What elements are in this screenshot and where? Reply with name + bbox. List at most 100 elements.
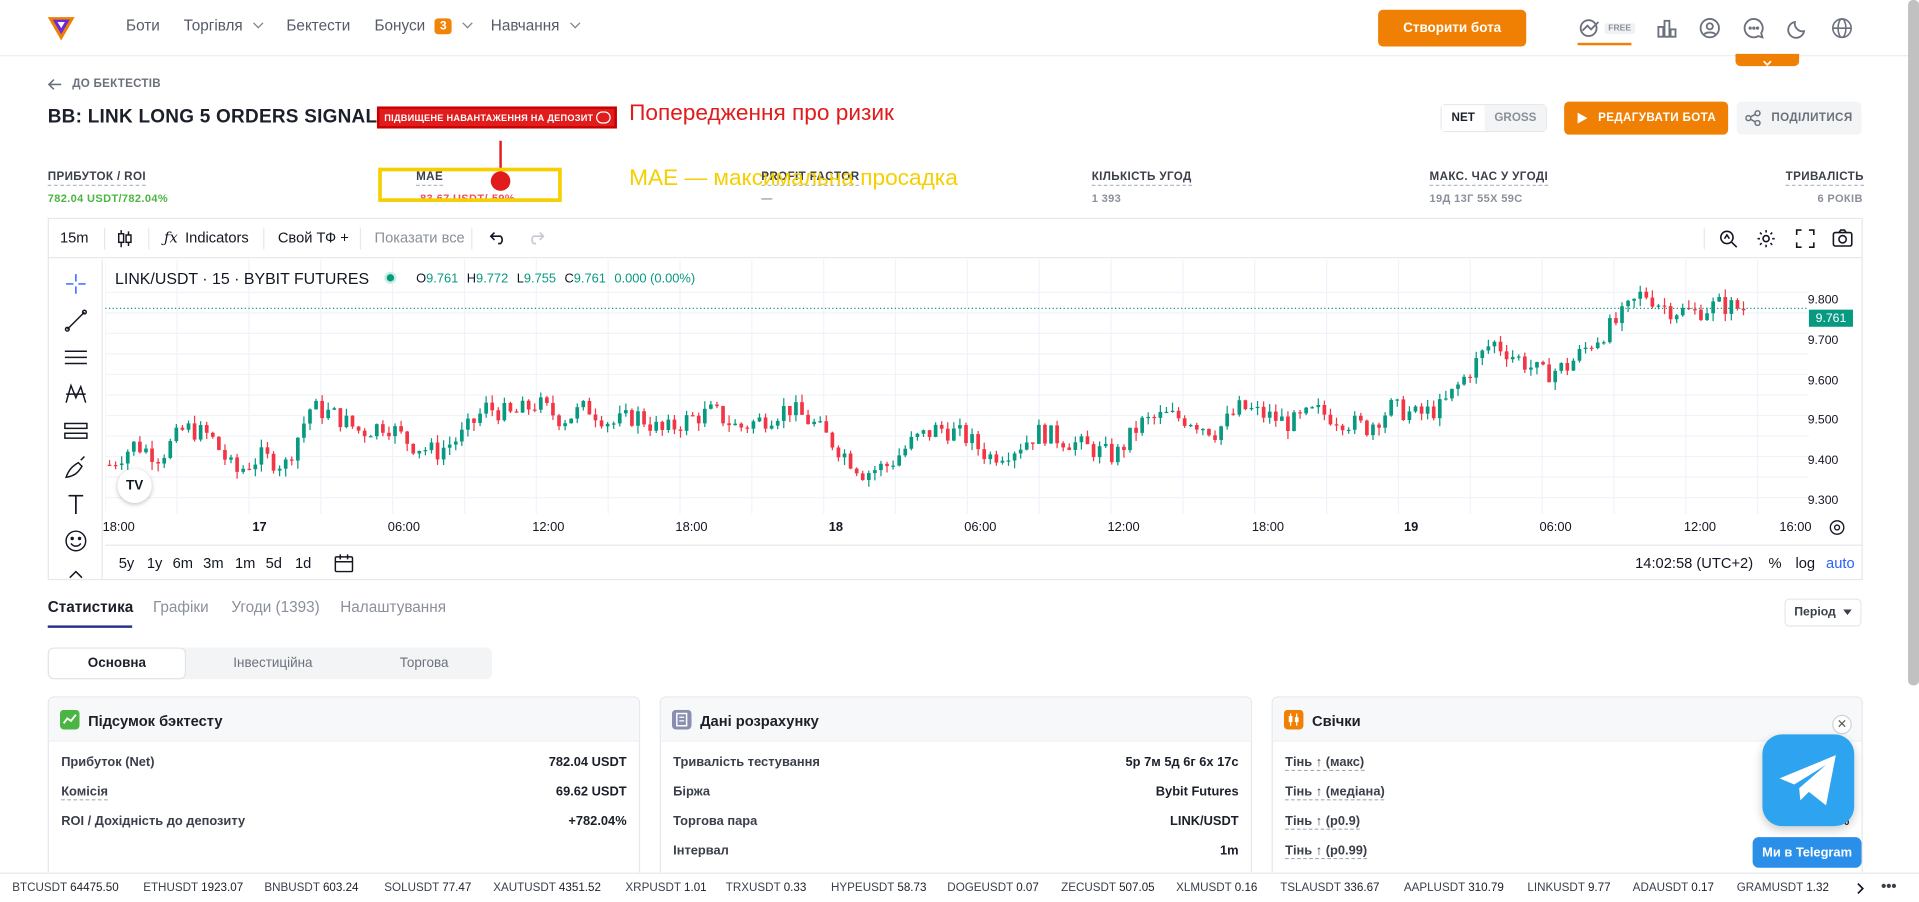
create-bot-button[interactable]: Створити бота — [1378, 9, 1527, 47]
ticker-item[interactable]: SOLUSDT 77.47 — [384, 881, 471, 894]
brand-logo[interactable] — [47, 15, 76, 42]
calendar-range-icon[interactable] — [334, 553, 354, 573]
pattern-icon[interactable] — [64, 382, 88, 406]
range-3m[interactable]: 3m — [203, 554, 223, 571]
custom-tf-button[interactable]: Свой ТФ + — [278, 229, 349, 246]
trend-icon — [59, 709, 80, 730]
tab-charts[interactable]: Графіки — [153, 598, 209, 615]
ticker-item[interactable]: AAPLUSDT 310.79 — [1404, 881, 1504, 894]
candle-body — [1128, 427, 1132, 451]
brush-icon[interactable] — [64, 455, 88, 479]
deposit-load-warning-badge[interactable]: ПІДВИЩЕНЕ НАВАНТАЖЕННЯ НА ДЕПОЗИТ — [376, 106, 617, 129]
candles-icon[interactable] — [116, 229, 133, 249]
ticker-item[interactable]: XRPUSDT 1.01 — [625, 881, 706, 894]
candle-body — [1383, 415, 1387, 428]
candle-body — [897, 455, 902, 466]
share-button[interactable]: ПОДІЛИТИСЯ — [1736, 101, 1862, 135]
measure-icon[interactable] — [64, 419, 88, 443]
tab-statistics[interactable]: Статистика — [48, 598, 134, 615]
ticker-item[interactable]: BTCUSDT 64475.50 — [12, 881, 118, 894]
range-5d[interactable]: 5d — [266, 554, 282, 571]
gross-option[interactable]: GROSS — [1484, 105, 1547, 131]
nav-trading[interactable]: Торгівля — [184, 17, 264, 34]
bar-chart-icon[interactable] — [1656, 17, 1678, 39]
ticker-item[interactable]: XAUTUSDT 4351.52 — [493, 881, 601, 894]
nav-backtests[interactable]: Бектести — [286, 17, 350, 34]
candle-body — [1632, 298, 1636, 301]
telegram-button[interactable]: Ми в Telegram — [1752, 837, 1862, 868]
card-title: Дані розрахунку — [700, 712, 819, 730]
candle-body — [1255, 406, 1260, 409]
ticker-item[interactable]: TRXUSDT 0.33 — [726, 881, 807, 894]
gear-icon[interactable] — [1756, 229, 1776, 249]
ticker-item[interactable]: DOGEUSDT 0.07 — [947, 881, 1039, 894]
range-5y[interactable]: 5y — [119, 554, 135, 571]
ticker-item[interactable]: LINKUSDT 9.77 — [1527, 881, 1610, 894]
chart-growth-icon[interactable] — [1579, 17, 1601, 39]
tab-trades[interactable]: Угоди (1393) — [231, 598, 319, 615]
horizontal-lines-icon[interactable] — [64, 345, 88, 369]
show-all-button[interactable]: Показати все — [375, 229, 465, 246]
close-icon[interactable]: ✕ — [1832, 714, 1852, 735]
edit-bot-button[interactable]: РЕДАГУВАТИ БОТА — [1564, 101, 1729, 135]
ticker-item[interactable]: GRAMUSDT 1.32 — [1737, 881, 1829, 894]
undo-icon[interactable] — [489, 230, 507, 245]
candle-body — [1030, 442, 1035, 444]
subtab-main[interactable]: Основна — [47, 647, 187, 680]
more-icon[interactable]: ••• — [1881, 878, 1896, 895]
chevron-right-icon[interactable] — [1855, 882, 1865, 895]
redo-icon[interactable] — [528, 230, 545, 245]
ticker-item[interactable]: ADAUSDT 0.17 — [1633, 881, 1714, 894]
telegram-widget[interactable] — [1762, 734, 1855, 827]
ticker-item[interactable]: XLMUSDT 0.16 — [1176, 881, 1257, 894]
candle-body — [514, 411, 519, 413]
page-scrollbar[interactable] — [1908, 0, 1919, 686]
range-6m[interactable]: 6m — [173, 554, 193, 571]
net-option[interactable]: NET — [1441, 105, 1485, 131]
range-1m[interactable]: 1m — [235, 554, 255, 571]
back-to-backtests-link[interactable]: ДО БЕКТЕСТІВ — [47, 77, 161, 91]
ticker-item[interactable]: ZECUSDT 507.05 — [1061, 881, 1155, 894]
candle-body — [1067, 447, 1072, 450]
subtab-trading[interactable]: Торгова — [356, 647, 492, 679]
subtab-investment[interactable]: Інвестиційна — [199, 647, 346, 679]
candle-body — [1043, 424, 1047, 444]
candle-body — [879, 463, 883, 471]
candle-body — [1583, 347, 1588, 350]
ticker-item[interactable]: BNBUSDT 603.24 — [264, 881, 358, 894]
percent-scale-toggle[interactable]: % — [1769, 554, 1782, 571]
nav-bots[interactable]: Боти — [126, 17, 160, 34]
candle-body — [806, 414, 810, 425]
last-price-label: 9.761 — [1808, 309, 1853, 327]
text-icon[interactable] — [64, 492, 88, 516]
candlestick-plot[interactable] — [105, 259, 1809, 515]
auto-scale-toggle[interactable]: auto — [1826, 554, 1855, 571]
crosshair-icon[interactable] — [64, 272, 88, 296]
ticker-item[interactable]: HYPEUSDT 58.73 — [831, 881, 926, 894]
moon-icon[interactable] — [1787, 17, 1809, 39]
nav-learning[interactable]: Навчання — [491, 17, 581, 34]
candle-body — [1097, 446, 1102, 458]
range-1y[interactable]: 1y — [147, 554, 163, 571]
nav-bonuses[interactable]: Бонуси 3 — [375, 17, 473, 34]
ticker-item[interactable]: ETHUSDT 1923.07 — [143, 881, 243, 894]
tab-settings[interactable]: Налаштування — [340, 598, 446, 615]
log-scale-toggle[interactable]: log — [1795, 554, 1815, 571]
globe-icon[interactable] — [1831, 17, 1853, 39]
trend-line-icon[interactable] — [64, 308, 88, 332]
indicators-button[interactable]: ƒx Indicators — [164, 229, 249, 246]
emoji-icon[interactable] — [64, 529, 88, 553]
fullscreen-icon[interactable] — [1795, 229, 1815, 249]
more-tools-icon[interactable] — [64, 565, 88, 589]
range-1d[interactable]: 1d — [295, 554, 311, 571]
x-tick: 12:00 — [532, 520, 565, 535]
camera-icon[interactable] — [1832, 229, 1853, 247]
axis-settings-icon[interactable] — [1829, 519, 1846, 536]
ticker-item[interactable]: TSLAUSDT 336.67 — [1280, 881, 1379, 894]
user-icon[interactable] — [1699, 17, 1721, 39]
dropdown-tab[interactable] — [1735, 53, 1800, 67]
period-select[interactable]: Період — [1784, 598, 1862, 627]
search-zoom-icon[interactable] — [1718, 229, 1738, 249]
interval-button[interactable]: 15m — [60, 229, 89, 246]
chat-icon[interactable] — [1743, 17, 1765, 39]
